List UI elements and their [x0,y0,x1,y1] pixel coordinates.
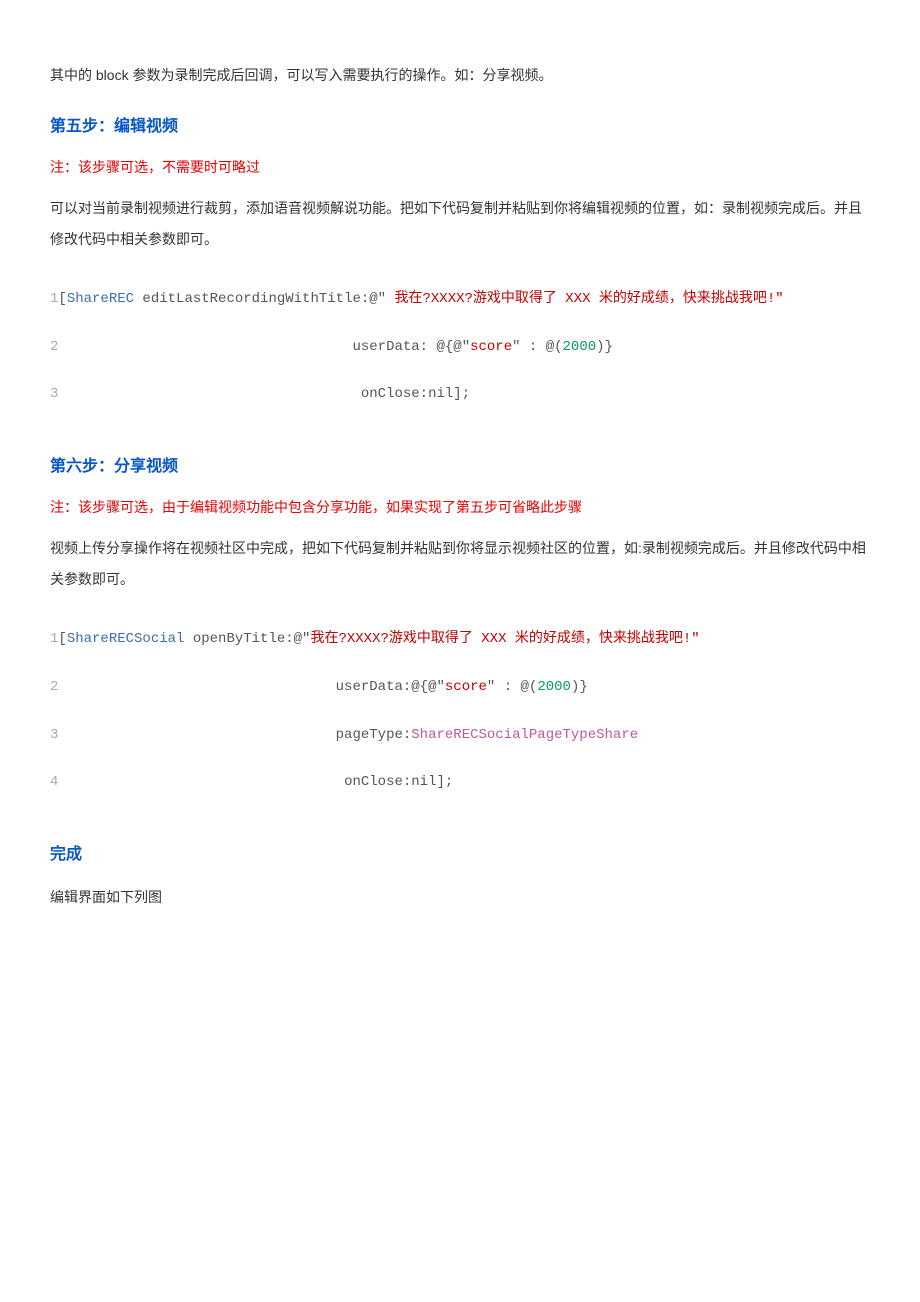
done-heading: 完成 [50,837,870,872]
step5-note: 注：该步骤可选，不需要时可略过 [50,152,870,183]
done-desc: 编辑界面如下列图 [50,882,870,913]
code-line: 2 userData: @{@"score" : @(2000)} [50,336,870,360]
code-line: 1[ShareREC editLastRecordingWithTitle:@"… [50,288,870,312]
step5-code-block: 1[ShareREC editLastRecordingWithTitle:@"… [50,264,870,431]
step5-heading: 第五步：编辑视频 [50,109,870,144]
code-line: 1[ShareRECSocial openByTitle:@"我在?XXXX?游… [50,628,870,652]
code-line: 4 onClose:nil]; [50,771,870,795]
code-line: 2 userData:@{@"score" : @(2000)} [50,676,870,700]
code-line: 3 onClose:nil]; [50,383,870,407]
step6-note: 注：该步骤可选，由于编辑视频功能中包含分享功能，如果实现了第五步可省略此步骤 [50,492,870,523]
step6-heading: 第六步：分享视频 [50,449,870,484]
code-line: 3 pageType:ShareRECSocialPageTypeShare [50,724,870,748]
step6-desc: 视频上传分享操作将在视频社区中完成，把如下代码复制并粘贴到你将显示视频社区的位置… [50,533,870,595]
step5-desc: 可以对当前录制视频进行裁剪，添加语音视频解说功能。把如下代码复制并粘贴到你将编辑… [50,193,870,255]
intro-paragraph: 其中的 block 参数为录制完成后回调，可以写入需要执行的操作。如：分享视频。 [50,60,870,91]
step6-code-block: 1[ShareRECSocial openByTitle:@"我在?XXXX?游… [50,605,870,819]
